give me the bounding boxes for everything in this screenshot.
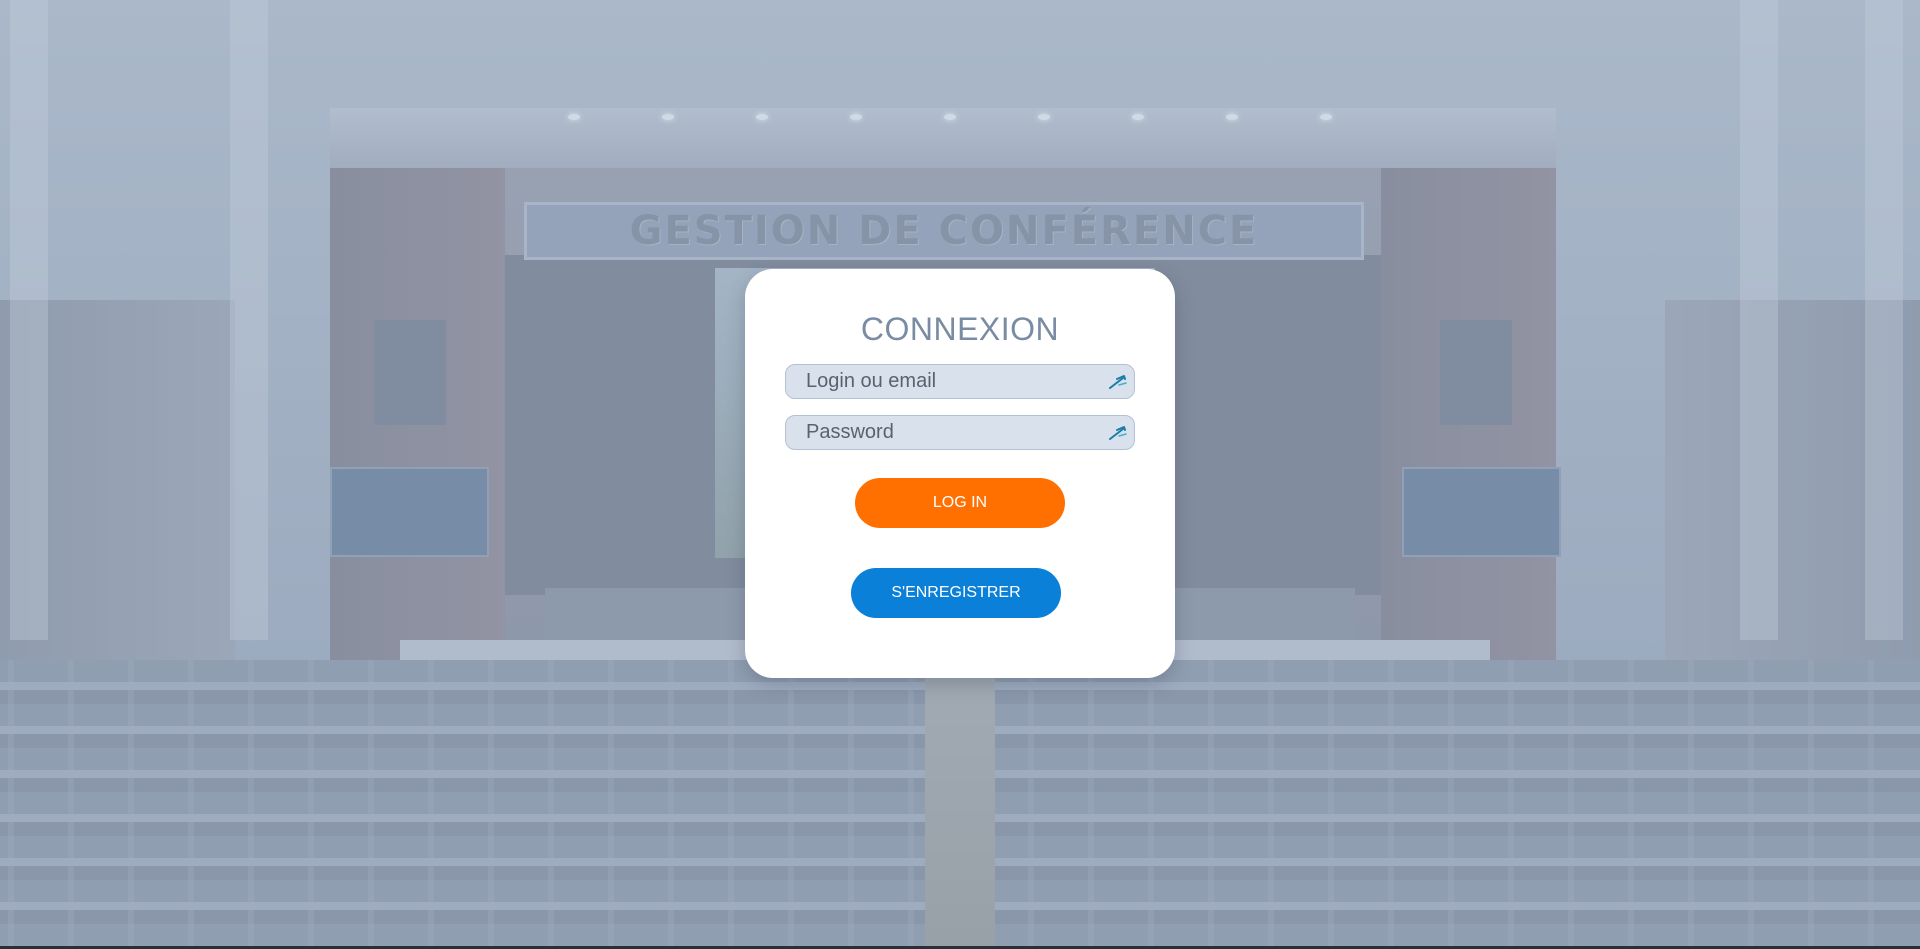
login-button[interactable]: LOG IN (855, 478, 1065, 528)
login-field-wrapper (785, 364, 1135, 399)
password-field-wrapper (785, 415, 1135, 450)
login-input[interactable] (786, 365, 1134, 398)
key-icon (1109, 375, 1127, 389)
login-card: CONNEXION LOG IN S'ENREGISTRER (745, 269, 1175, 678)
login-title: CONNEXION (860, 311, 1060, 347)
register-button[interactable]: S'ENREGISTRER (851, 568, 1061, 618)
password-input[interactable] (786, 416, 1134, 449)
key-icon (1109, 426, 1127, 440)
